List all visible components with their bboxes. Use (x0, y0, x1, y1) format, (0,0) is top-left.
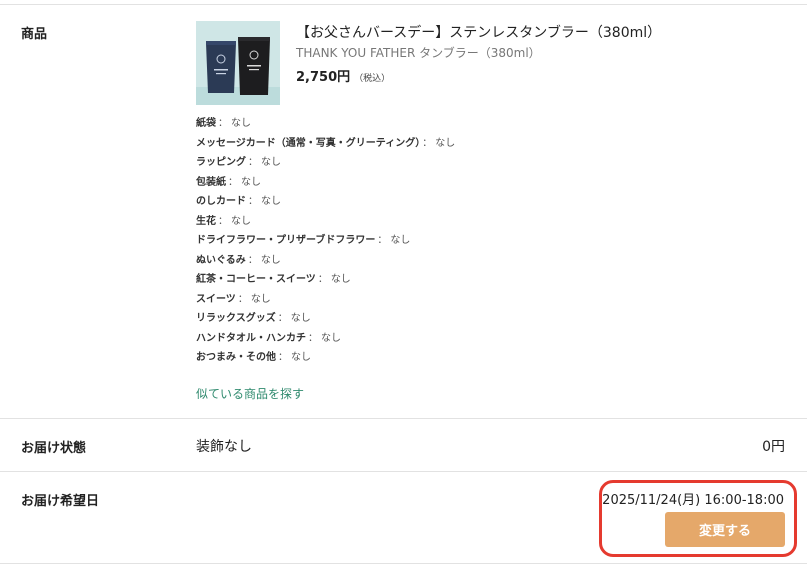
option-item: ドライフラワー・プリザーブドフラワー：なし (196, 231, 455, 251)
option-item: ラッピング：なし (196, 153, 455, 173)
option-key: ドライフラワー・プリザーブドフラワー (196, 235, 376, 246)
delivery-status-label: お届け状態 (21, 441, 87, 456)
option-value: なし (290, 313, 311, 324)
desired-date-value: 2025/11/24(月) 16:00-18:00 (602, 493, 784, 508)
product-title[interactable]: 【お父さんバースデー】ステンレスタンブラー（380ml） (296, 22, 661, 42)
option-separator: ： (317, 274, 328, 285)
option-value: なし (231, 118, 251, 129)
option-item: おつまみ・その他：なし (196, 348, 455, 368)
option-value: なし (261, 196, 281, 207)
order-detail-panel: 商品 【お父さんバースデー】ステンレスタンブラー（380ml） THANK YO… (0, 0, 807, 564)
delivery-status-price: 0円 (762, 439, 785, 455)
option-key: ぬいぐるみ (196, 254, 246, 266)
option-separator: ： (377, 235, 388, 246)
option-value: なし (435, 137, 456, 149)
divider (0, 471, 807, 472)
option-value: なし (231, 215, 251, 227)
option-item: 紙袋：なし (196, 114, 455, 134)
desired-date-label: お届け希望日 (21, 494, 100, 509)
option-separator: ： (248, 157, 258, 168)
option-key: リラックスグッズ (196, 313, 276, 324)
option-value: なし (321, 332, 341, 344)
divider (0, 418, 807, 419)
option-item: メッセージカード（通常・写真・グリーティング）：なし (196, 134, 455, 154)
option-key: ラッピング (196, 157, 246, 168)
option-item: 包装紙：なし (196, 173, 455, 193)
product-price: 2,750円 （税込） (296, 66, 390, 85)
option-value: なし (241, 176, 261, 188)
option-value: なし (260, 254, 281, 266)
option-item: ハンドタオル・ハンカチ：なし (196, 329, 455, 349)
option-item: リラックスグッズ：なし (196, 309, 455, 329)
option-list: 紙袋：なし メッセージカード（通常・写真・グリーティング）：なし ラッピング：なし包… (196, 114, 455, 368)
option-separator: ： (278, 352, 288, 363)
option-separator: ： (308, 332, 318, 344)
tumbler-icon (196, 21, 280, 105)
option-value: なし (250, 293, 271, 305)
product-image[interactable] (196, 21, 280, 105)
option-key: 生花 (196, 215, 216, 227)
tax-note: （税込） (354, 74, 391, 84)
option-key: ハンドタオル・ハンカチ (196, 332, 306, 344)
option-key: のしカード (196, 196, 246, 207)
option-key: 紅茶・コーヒー・スイーツ (196, 274, 316, 285)
option-separator: ： (247, 254, 258, 266)
option-separator: ： (228, 176, 238, 188)
option-value: なし (291, 352, 311, 363)
option-item: のしカード：なし (196, 192, 455, 212)
option-separator: ： (248, 196, 258, 207)
option-value: なし (261, 157, 281, 168)
option-separator: ： (218, 118, 228, 129)
option-item: スイーツ：なし (196, 290, 455, 310)
option-key: おつまみ・その他 (196, 352, 276, 363)
option-separator: ： (422, 137, 433, 149)
option-key: スイーツ (196, 293, 236, 305)
option-separator: ： (277, 313, 288, 324)
option-item: 生花：なし (196, 212, 455, 232)
option-separator: ： (218, 215, 228, 227)
product-subtitle: THANK YOU FATHER タンブラー（380ml） (296, 46, 541, 60)
option-value: なし (390, 235, 411, 246)
option-key: メッセージカード（通常・写真・グリーティング） (196, 137, 421, 149)
change-date-button[interactable]: 変更する (665, 512, 785, 547)
option-value: なし (330, 274, 351, 285)
price-value: 2,750円 (296, 70, 351, 85)
delivery-status-value: 装飾なし (196, 439, 252, 455)
option-item: 紅茶・コーヒー・スイーツ：なし (196, 270, 455, 290)
option-item: ぬいぐるみ：なし (196, 251, 455, 271)
find-similar-link[interactable]: 似ている商品を探す (196, 385, 304, 402)
product-label: 商品 (21, 27, 48, 42)
option-separator: ： (237, 293, 248, 305)
divider (0, 4, 807, 5)
option-key: 包装紙 (196, 176, 226, 188)
option-key: 紙袋 (196, 118, 216, 129)
